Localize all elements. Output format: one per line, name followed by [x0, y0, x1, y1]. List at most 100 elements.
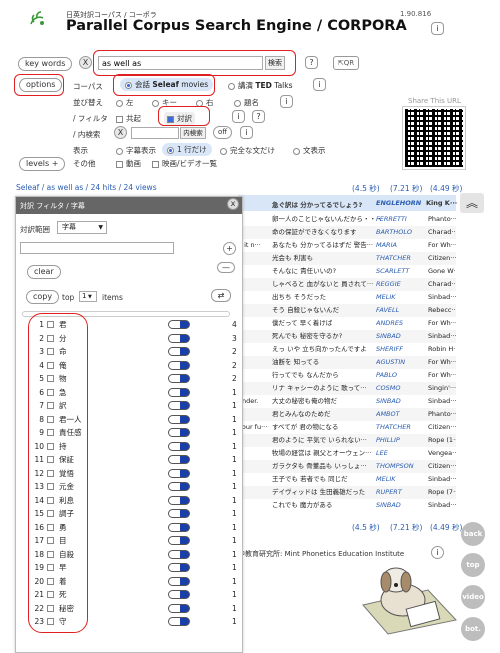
- other-video-option[interactable]: 動画: [116, 158, 141, 169]
- row-speaker[interactable]: COSMO: [376, 382, 426, 395]
- row-speaker[interactable]: SINBAD: [376, 330, 426, 343]
- toggle-sort-icon[interactable]: ⇄: [211, 289, 231, 302]
- filter-word-input[interactable]: [20, 242, 174, 254]
- item-checkbox[interactable]: [47, 577, 54, 585]
- table-row[interactable]: 命の保証ができなくなります BARTHOLO Charad···: [238, 226, 456, 239]
- table-row[interactable]: リナ キャシーのように 歌って··· COSMO Singin'···: [238, 382, 456, 395]
- toggle-switch-icon[interactable]: [168, 549, 190, 559]
- row-speaker[interactable]: PHILLIP: [376, 434, 426, 447]
- bottom-button[interactable]: bot.: [461, 617, 485, 641]
- table-row[interactable]: 光会も 利害も THATCHER Citizen···: [238, 252, 456, 265]
- qr-button[interactable]: ⇱QR: [333, 56, 359, 70]
- range-select[interactable]: 字幕 ▼: [57, 221, 107, 234]
- inner-clear-button[interactable]: X: [114, 126, 127, 139]
- table-row[interactable]: 死んでも 秘密を守るか? SINBAD Sinbad···: [238, 330, 456, 343]
- row-movie[interactable]: Citizen···: [428, 421, 456, 434]
- filter-help-button[interactable]: ?: [252, 110, 265, 123]
- row-speaker[interactable]: LEE: [376, 447, 426, 460]
- filter-item[interactable]: 1 君 4: [32, 318, 242, 332]
- item-checkbox[interactable]: [47, 415, 54, 423]
- clear-keywords-button[interactable]: X: [79, 56, 92, 69]
- table-row[interactable]: これでも 魔力がある SINBAD Sinbad···: [238, 499, 456, 512]
- table-row[interactable]: しゃべると 血がないと 員されて··· REGGIE Charad···: [238, 278, 456, 291]
- row-movie[interactable]: Vengea···: [428, 447, 456, 460]
- row-movie[interactable]: Robin H···: [428, 343, 456, 356]
- toggle-switch-icon[interactable]: [168, 414, 190, 424]
- inner-search-button[interactable]: 内検索: [180, 127, 206, 139]
- toggle-switch-icon[interactable]: [168, 468, 190, 478]
- inner-info-button[interactable]: i: [240, 126, 253, 139]
- table-row[interactable]: そう 自殺じゃないんだ FAVELL Rebecc···: [238, 304, 456, 317]
- toggle-switch-icon[interactable]: [168, 428, 190, 437]
- display-one-option[interactable]: 1 行だけ: [162, 143, 212, 156]
- row-speaker[interactable]: FAVELL: [376, 304, 426, 317]
- toggle-switch-icon[interactable]: [168, 522, 190, 532]
- filter-item[interactable]: 7 訳 1: [32, 399, 242, 413]
- other-list-option[interactable]: 映画/ビデオ一覧: [152, 158, 217, 169]
- table-row[interactable]: 王子でも 若者でも 同じだ MELIK Sinbad···: [238, 473, 456, 486]
- item-checkbox[interactable]: [47, 564, 54, 571]
- item-checkbox[interactable]: [47, 321, 54, 328]
- row-movie[interactable]: Citizen···: [428, 252, 456, 265]
- filter-item[interactable]: 9 責任感 1: [32, 426, 242, 440]
- table-row[interactable]: 卵一人のことじゃないんだから・・・ FERRETTI Phanto···: [238, 213, 456, 226]
- toggle-switch-icon[interactable]: [168, 320, 190, 329]
- row-speaker[interactable]: RUPERT: [376, 486, 426, 499]
- item-checkbox[interactable]: [47, 618, 54, 625]
- row-speaker[interactable]: SCARLETT: [376, 265, 426, 278]
- filter-item[interactable]: 14 利息 1: [32, 494, 242, 508]
- filter-item[interactable]: 16 勇 1: [32, 521, 242, 535]
- item-checkbox[interactable]: [47, 429, 54, 436]
- filter-info-button[interactable]: i: [232, 110, 245, 123]
- scroll-up-button[interactable]: ︽: [460, 193, 484, 213]
- filter-item[interactable]: 22 秘密 1: [32, 602, 242, 616]
- toggle-switch-icon[interactable]: [168, 441, 190, 451]
- item-checkbox[interactable]: [47, 402, 54, 409]
- filter-panel-close-button[interactable]: x: [227, 198, 239, 210]
- item-checkbox[interactable]: [47, 537, 54, 544]
- row-movie[interactable]: Phanto···: [428, 408, 456, 421]
- row-speaker[interactable]: SINBAD: [376, 395, 426, 408]
- table-row[interactable]: デイヴィッドは 生田義雄だった RUPERTRope (7···: [238, 486, 456, 499]
- table-row[interactable]: 牧場の経営は 親父とオーウェン··· LEE Vengea···: [238, 447, 456, 460]
- row-movie[interactable]: Citizen···: [428, 460, 456, 473]
- row-movie[interactable]: Rope (1···: [428, 434, 456, 447]
- row-movie[interactable]: For Wh···: [428, 239, 456, 252]
- corpus-ted-option[interactable]: 講演 TED Talks: [228, 80, 293, 91]
- display-full-option[interactable]: 完全な文だけ: [220, 145, 275, 156]
- toggle-switch-icon[interactable]: [168, 495, 190, 505]
- row-movie[interactable]: Sinbad···: [428, 499, 456, 512]
- item-checkbox[interactable]: [47, 550, 54, 558]
- item-checkbox[interactable]: [47, 591, 54, 598]
- row-speaker[interactable]: MARIA: [376, 239, 426, 252]
- toggle-switch-icon[interactable]: [168, 603, 190, 613]
- toggle-switch-icon[interactable]: [168, 482, 190, 491]
- table-row[interactable]: 出ちち そうだった MELIK Sinbad···: [238, 291, 456, 304]
- sort-left-option[interactable]: 左: [116, 97, 134, 108]
- keywords-button[interactable]: key words: [18, 57, 73, 71]
- filter-parallel-option[interactable]: 対訳: [164, 112, 195, 125]
- item-checkbox[interactable]: [47, 348, 54, 355]
- header-info-button[interactable]: i: [431, 22, 444, 35]
- item-checkbox[interactable]: [47, 523, 54, 531]
- search-button[interactable]: 検索: [265, 56, 285, 70]
- row-movie[interactable]: Gone W···: [428, 265, 456, 278]
- row-movie[interactable]: Charad···: [428, 278, 456, 291]
- row-movie[interactable]: For Wh···: [428, 369, 456, 382]
- item-checkbox[interactable]: [47, 496, 54, 504]
- filter-item[interactable]: 20 着 1: [32, 575, 242, 589]
- item-checkbox[interactable]: [47, 510, 54, 517]
- footer-info-button[interactable]: i: [431, 546, 444, 559]
- table-row[interactable]: ガラクタも 骨董品も いっしょ··· THOMPSON Citizen···: [238, 460, 456, 473]
- display-ctx-option[interactable]: 文表示: [293, 145, 326, 156]
- search-input[interactable]: [98, 56, 263, 70]
- video-button[interactable]: video: [461, 585, 485, 609]
- toggle-switch-icon[interactable]: [168, 333, 190, 343]
- item-checkbox[interactable]: [47, 469, 54, 477]
- filter-item[interactable]: 17 目 1: [32, 534, 242, 548]
- display-subs-option[interactable]: 字幕表示: [116, 145, 156, 156]
- toggle-switch-icon[interactable]: [168, 563, 190, 572]
- row-speaker[interactable]: THATCHER: [376, 252, 426, 265]
- filter-item[interactable]: 5 物 2: [32, 372, 242, 386]
- filter-item[interactable]: 19 早 1: [32, 561, 242, 575]
